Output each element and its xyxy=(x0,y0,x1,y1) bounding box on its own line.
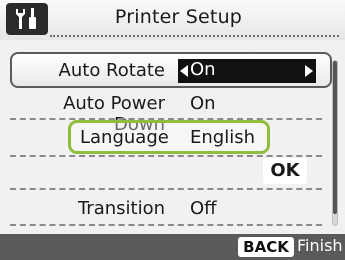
finish-label: Finish xyxy=(297,236,343,255)
setting-label-transition[interactable]: Transition xyxy=(20,198,165,219)
row-divider xyxy=(10,155,322,157)
setting-label-auto-rotate: Auto Rotate xyxy=(58,60,165,81)
footer-bar: BACK Finish xyxy=(0,234,345,260)
scrollbar-thumb[interactable] xyxy=(333,61,337,214)
left-arrow-icon[interactable] xyxy=(180,65,188,77)
header-divider xyxy=(50,35,339,37)
ok-button[interactable]: OK xyxy=(263,158,307,184)
scrollbar[interactable] xyxy=(332,60,338,226)
setting-value-transition: Off xyxy=(190,198,217,219)
back-button[interactable]: BACK xyxy=(238,237,294,257)
auto-rotate-value: On xyxy=(190,59,216,80)
printer-setup-screen: Printer Setup Auto Rotate On Auto Power … xyxy=(0,0,345,260)
row-divider xyxy=(10,188,322,190)
setting-value-auto-power-down: On xyxy=(190,93,216,114)
setting-label-language: Language xyxy=(80,127,169,148)
setting-value-language: English xyxy=(190,127,255,148)
header-bar: Printer Setup xyxy=(0,0,345,40)
auto-rotate-selector[interactable]: On xyxy=(178,59,316,83)
page-title: Printer Setup xyxy=(114,6,243,28)
row-divider xyxy=(10,224,322,226)
right-arrow-icon[interactable] xyxy=(305,65,313,77)
